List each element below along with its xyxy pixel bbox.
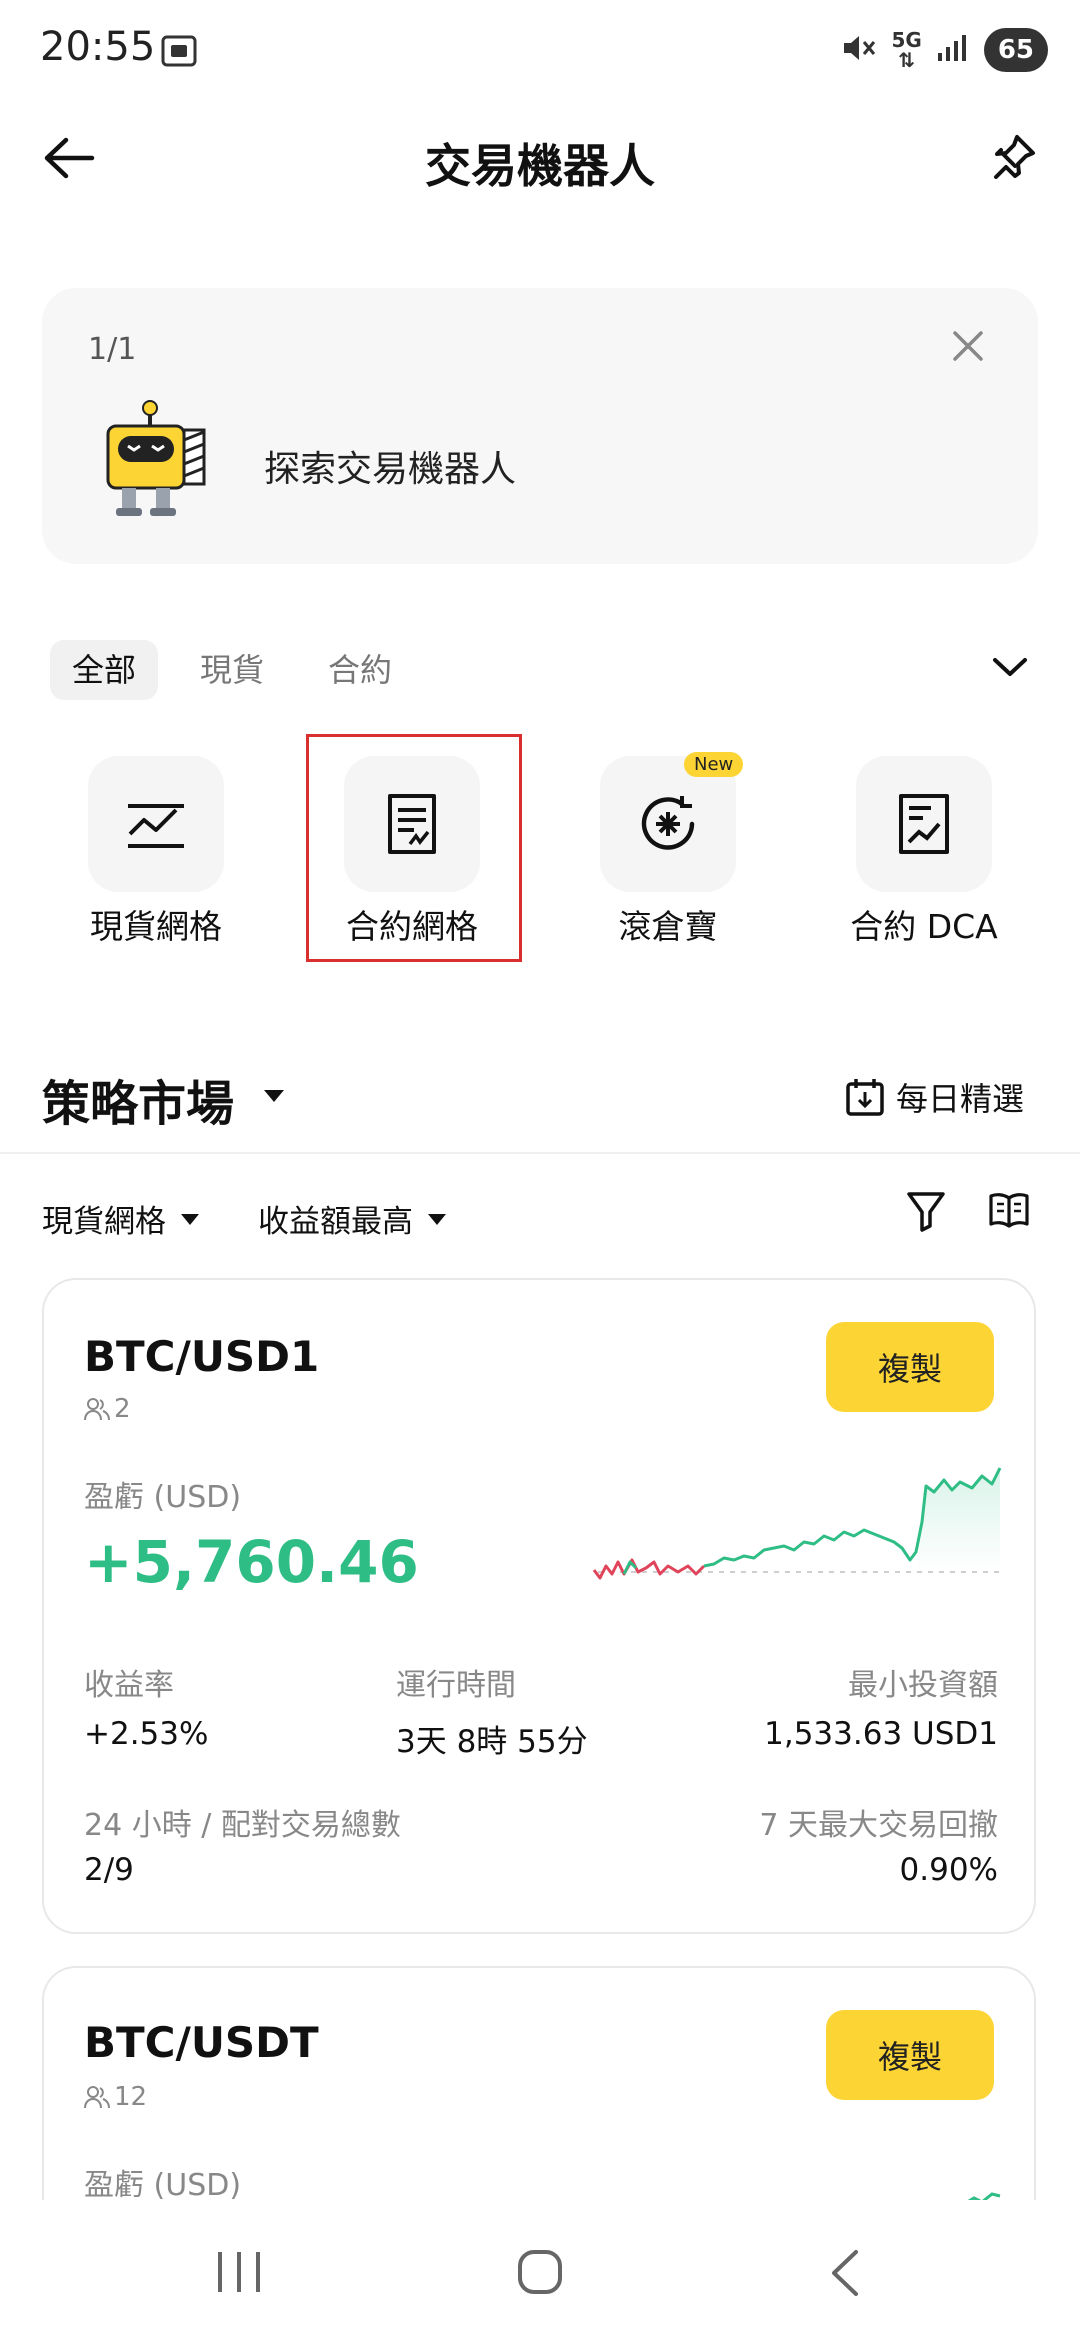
close-icon <box>953 331 983 361</box>
bot-tile-futures-dca[interactable] <box>856 756 992 892</box>
trades-label: 24 小時 / 配對交易總數 <box>84 1808 401 1843</box>
rollover-icon <box>641 796 695 850</box>
home-icon <box>518 2250 562 2294</box>
chart-line-icon <box>128 804 184 848</box>
drawdown-label: 7 天最大交易回撤 <box>759 1808 998 1843</box>
recent-apps-button[interactable] <box>214 2250 264 2298</box>
bot-label-rollover: 滾倉寶 <box>618 907 718 946</box>
chevron-left-icon <box>832 2250 858 2296</box>
status-indicators: 5G ⇅ 65 <box>841 28 1048 72</box>
roi-value: +2.53% <box>84 1716 209 1752</box>
bot-label-spot-grid: 現貨網格 <box>90 907 222 946</box>
users-icon <box>84 1398 110 1421</box>
expand-tabs-button[interactable] <box>990 652 1030 686</box>
bot-label-futures-dca: 合約 DCA <box>850 907 998 946</box>
section-title: 策略市場 <box>42 1076 235 1132</box>
card-pair: BTC/USDT <box>84 2018 319 2067</box>
mute-icon <box>841 31 877 69</box>
market-dropdown-button[interactable] <box>262 1088 286 1108</box>
runtime-label: 運行時間 <box>396 1668 516 1703</box>
banner-counter: 1/1 <box>88 332 137 367</box>
card-followers: 2 <box>84 1394 131 1424</box>
network-type: 5G ⇅ <box>891 28 922 72</box>
calendar-icon <box>846 1079 884 1116</box>
tab-spot[interactable]: 現貨 <box>178 640 286 700</box>
funnel-icon <box>907 1192 945 1232</box>
guide-button[interactable] <box>988 1190 1030 1234</box>
tab-all[interactable]: 全部 <box>50 640 159 700</box>
filter-sort-label: 收益額最高 <box>258 1204 413 1240</box>
card-followers: 12 <box>84 2082 147 2112</box>
copy-button[interactable]: 複製 <box>826 2010 994 2100</box>
chevron-down-icon <box>993 658 1027 676</box>
pin-button[interactable] <box>988 132 1038 186</box>
caret-down-icon <box>181 1213 199 1225</box>
pnl-label: 盈虧 (USD) <box>84 1480 242 1515</box>
recent-apps-icon <box>218 2252 260 2292</box>
min-investment-value: 1,533.63 USD1 <box>764 1716 998 1752</box>
caret-down-icon <box>428 1213 446 1225</box>
banner-text: 探索交易機器人 <box>264 449 517 490</box>
trades-value: 2/9 <box>84 1852 134 1888</box>
caret-down-icon <box>264 1090 284 1102</box>
status-time: 20:55 <box>40 24 156 70</box>
pnl-value: +5,760.46 <box>84 1528 419 1596</box>
roi-label: 收益率 <box>84 1668 174 1703</box>
copy-button[interactable]: 複製 <box>826 1322 994 1412</box>
daily-picks-button[interactable]: 每日精選 <box>844 1074 1024 1120</box>
filter-sort-dropdown[interactable]: 收益額最高 <box>258 1196 447 1241</box>
min-investment-label: 最小投資額 <box>848 1668 998 1703</box>
home-button[interactable] <box>516 2248 564 2300</box>
page-title: 交易機器人 <box>425 139 655 193</box>
users-icon <box>84 2086 110 2109</box>
chart-doc-icon <box>899 794 949 854</box>
filter-button[interactable] <box>906 1190 946 1236</box>
divider <box>0 1152 1080 1154</box>
pin-icon <box>994 135 1035 179</box>
signal-icon <box>936 33 970 67</box>
runtime-value: 3天 8時 55分 <box>396 1724 588 1760</box>
highlight-box <box>306 734 522 962</box>
system-back-button[interactable] <box>826 2248 862 2302</box>
card-pair: BTC/USD1 <box>84 1332 320 1381</box>
book-icon <box>989 1193 1029 1228</box>
drawdown-value: 0.90% <box>899 1852 998 1888</box>
banner-close-button[interactable] <box>950 328 986 368</box>
pnl-label: 盈虧 (USD) <box>84 2168 242 2203</box>
new-badge: New <box>684 752 744 777</box>
tab-futures[interactable]: 合約 <box>306 640 414 700</box>
battery-level: 65 <box>983 28 1048 72</box>
bot-tile-spot-grid[interactable] <box>88 756 224 892</box>
screenshot-icon <box>160 34 198 72</box>
robot-icon <box>100 400 212 524</box>
pnl-sparkline <box>592 1467 1002 1580</box>
filter-type-dropdown[interactable]: 現貨網格 <box>42 1196 200 1241</box>
daily-picks-label: 每日精選 <box>895 1080 1024 1118</box>
filter-type-label: 現貨網格 <box>42 1204 166 1240</box>
